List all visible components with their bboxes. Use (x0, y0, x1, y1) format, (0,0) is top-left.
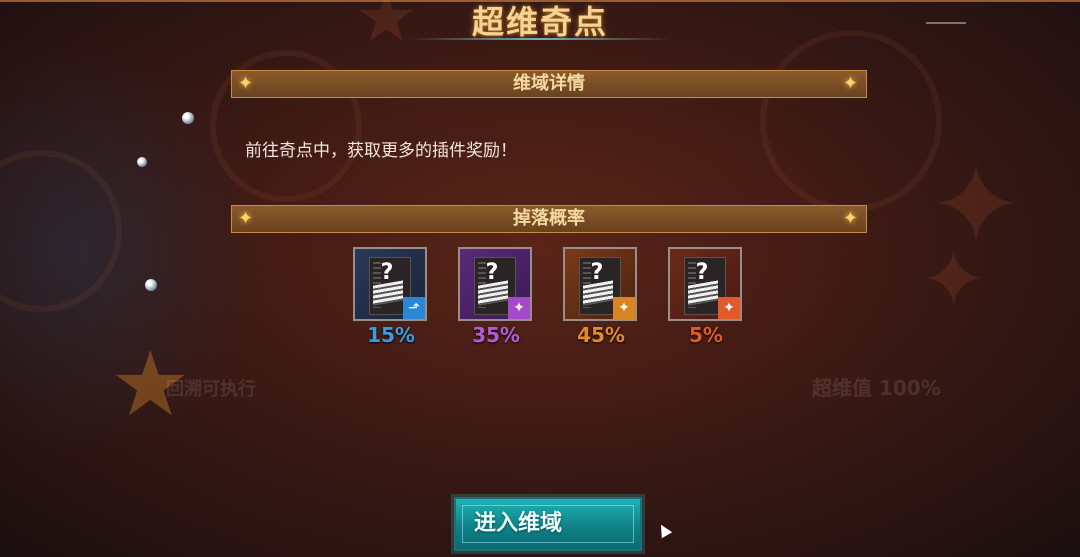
enter-realm-button[interactable]: 进入维域 (454, 497, 642, 551)
background-text-left: 回溯可执行 (166, 379, 256, 400)
drop-item-blue[interactable]: ? ⬏ 15% (353, 247, 429, 347)
drop-rate: 45% (577, 323, 625, 347)
drop-rate: 15% (367, 323, 415, 347)
title-underline (410, 38, 670, 40)
background-star-icon: ★ (110, 332, 191, 437)
sparkle-icon: ✦ (842, 208, 858, 229)
section-header-details: ✦ 维域详情 ✦ (231, 70, 867, 98)
description-text: 前往奇点中，获取更多的插件奖励！ (245, 141, 517, 161)
boot-icon: ⬏ (403, 297, 425, 319)
section-title: 掉落概率 (513, 208, 585, 229)
section-header-drop-rates: ✦ 掉落概率 ✦ (231, 205, 867, 233)
shuriken-icon: ✦ (613, 297, 635, 319)
drop-tile[interactable]: ? ✦ (563, 247, 637, 321)
background-ring (0, 150, 122, 312)
drop-rate: 5% (689, 323, 723, 347)
background-cloud (0, 40, 260, 460)
drop-tile[interactable]: ? ✦ (458, 247, 532, 321)
shuriken-icon: ✦ (508, 297, 530, 319)
enter-realm-label: 进入维域 (474, 511, 563, 536)
bubble-particle (145, 279, 157, 291)
drop-tile[interactable]: ? ⬏ (353, 247, 427, 321)
bubble-particle (137, 157, 147, 167)
title-banner: 超维奇点 (390, 0, 690, 44)
background-ring (760, 30, 942, 212)
section-title: 维域详情 (513, 73, 585, 94)
sparkle-icon: ✦ (842, 73, 858, 94)
background-star-icon: ✦ (920, 233, 988, 326)
shuriken-icon: ✦ (718, 297, 740, 319)
drop-item-purple[interactable]: ? ✦ 35% (458, 247, 534, 347)
background-star-icon: ✦ (930, 141, 1023, 269)
cursor-icon (655, 521, 673, 539)
bubble-particle (182, 112, 194, 124)
drop-rate: 35% (472, 323, 520, 347)
drop-item-orange[interactable]: ? ✦ 45% (563, 247, 639, 347)
background-text-right: 超维值 100% (812, 376, 941, 400)
drop-tile[interactable]: ? ✦ (668, 247, 742, 321)
drop-item-red[interactable]: ? ✦ 5% (668, 247, 744, 347)
corner-tag (926, 22, 966, 34)
